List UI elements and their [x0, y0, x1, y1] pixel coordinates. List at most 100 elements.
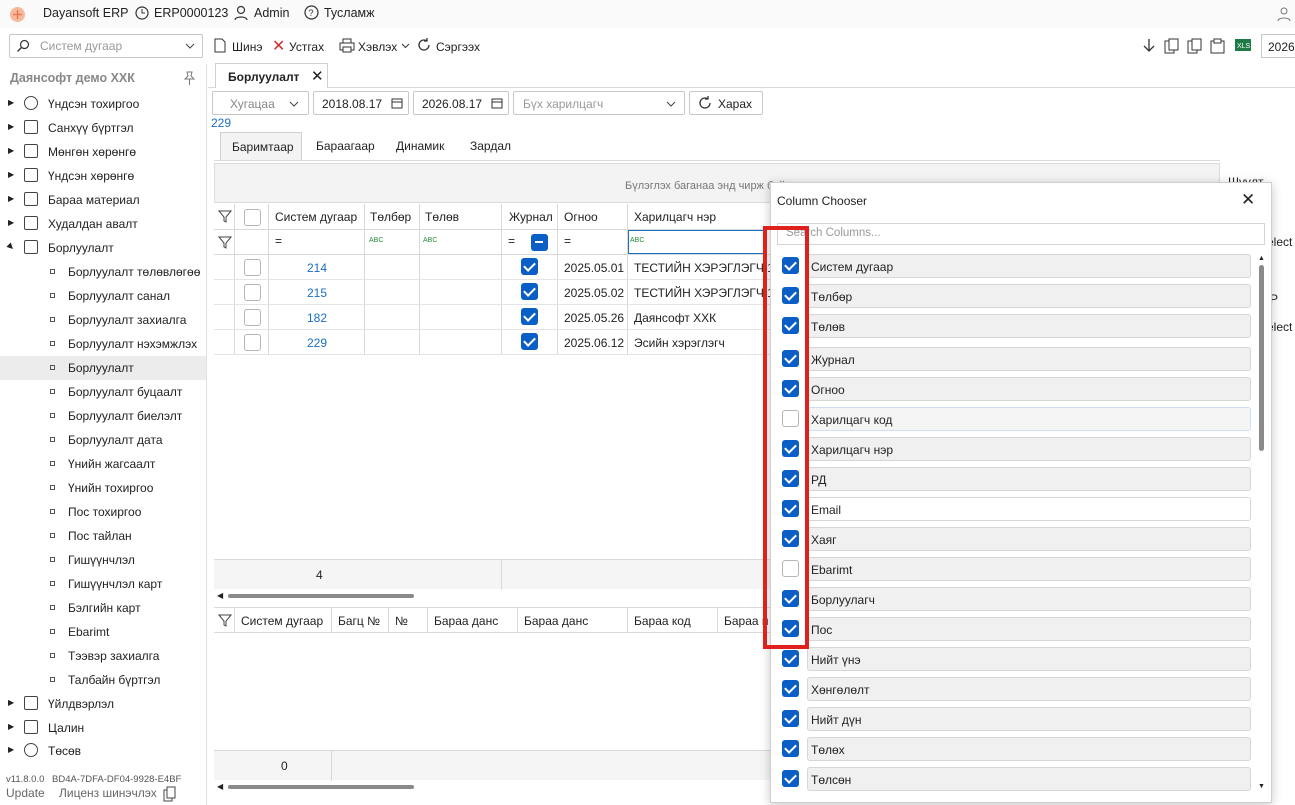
column-chooser-label-box[interactable]: Пос: [807, 617, 1251, 641]
sidebar-sub-membership-card[interactable]: Гишүүнчлэл карт: [0, 572, 206, 596]
sidebar-sub-sales-return[interactable]: Борлуулалт буцаалт: [0, 380, 206, 404]
horizontal-scrollbar[interactable]: ◀: [214, 591, 770, 601]
column-chooser-label-box[interactable]: Email: [807, 497, 1251, 521]
detail-column-item-account-2[interactable]: Бараа данс: [524, 614, 588, 628]
copy-icon[interactable]: [1164, 38, 1179, 54]
column-chooser-item[interactable]: Журнал: [771, 346, 1261, 372]
subtab-by-item[interactable]: Бараагаар: [316, 139, 375, 153]
column-chooser-item[interactable]: Нийт дүн: [771, 706, 1261, 732]
sidebar-sub-sales-offer[interactable]: Борлуулалт санал: [0, 284, 206, 308]
calendar-icon[interactable]: [491, 97, 503, 109]
column-chooser-label-box[interactable]: РД: [807, 467, 1251, 491]
row-checkbox[interactable]: [244, 284, 261, 301]
system-number-link[interactable]: 182: [307, 311, 327, 325]
sidebar-sub-price-settings[interactable]: Үнийн тохиргоо: [0, 476, 206, 500]
sidebar-item-production[interactable]: ▶ Үйлдвэрлэл: [0, 692, 206, 716]
column-header-customer-name[interactable]: Харилцагч нэр: [634, 210, 716, 224]
column-chooser-item[interactable]: Ebarimt: [771, 556, 1261, 582]
subtab-dynamic[interactable]: Динамик: [396, 139, 444, 153]
paste-icon[interactable]: [1187, 38, 1202, 54]
table-row[interactable]: 215 2025.05.02 ТЕСТИЙН ХЭРЭГЛЭГЧ 1: [214, 280, 770, 305]
detail-horizontal-scrollbar[interactable]: ◀: [214, 782, 770, 792]
column-chooser-label-box[interactable]: Хаяг: [807, 527, 1251, 551]
column-chooser-label-box[interactable]: Хөнгөлөлт: [807, 677, 1251, 701]
settings-user-icon[interactable]: [1277, 6, 1291, 22]
detail-column-item-account[interactable]: Бараа данс: [434, 614, 498, 628]
license-link[interactable]: Лиценз шинэчлэх: [59, 786, 157, 800]
column-header-journal[interactable]: Журнал: [509, 210, 553, 224]
sidebar-sub-price-list[interactable]: Үнийн жагсаалт: [0, 452, 206, 476]
sidebar-sub-pos-settings[interactable]: Пос тохиргоо: [0, 500, 206, 524]
journal-checkbox[interactable]: [521, 333, 538, 350]
user-name[interactable]: Admin: [254, 6, 289, 20]
scroll-left-icon[interactable]: ◀: [217, 782, 223, 791]
sidebar-item-cash[interactable]: ▶ Мөнгөн хөрөнгө: [0, 140, 206, 164]
column-chooser-item[interactable]: Төлбөр: [771, 283, 1261, 309]
column-search-input[interactable]: Search Columns...: [777, 223, 1265, 245]
column-chooser-item[interactable]: Төлөх: [771, 736, 1261, 762]
column-visible-checkbox[interactable]: [782, 680, 799, 697]
scroll-thumb[interactable]: [228, 785, 414, 789]
system-number-link[interactable]: 215: [307, 286, 327, 300]
filter-equals-icon[interactable]: =: [508, 234, 515, 248]
column-chooser-item[interactable]: Пос: [771, 616, 1261, 642]
detail-column-number[interactable]: №: [395, 614, 408, 628]
detail-column-item-code[interactable]: Бараа код: [634, 614, 691, 628]
column-chooser-label-box[interactable]: Төлөв: [807, 314, 1251, 338]
filter-text-icon[interactable]: ABC: [423, 237, 437, 244]
column-chooser-item[interactable]: Нийт үнэ: [771, 646, 1261, 672]
column-chooser-item[interactable]: РД: [771, 466, 1261, 492]
year-selector[interactable]: 2026: [1261, 34, 1295, 58]
scroll-up-icon[interactable]: ▲: [1258, 255, 1265, 262]
column-chooser-item[interactable]: Харилцагч нэр: [771, 436, 1261, 462]
column-chooser-item[interactable]: Огноо: [771, 376, 1261, 402]
column-chooser-label-box[interactable]: Систем дугаар: [807, 254, 1251, 278]
column-chooser-label-box[interactable]: Харилцагч код: [807, 407, 1251, 431]
table-row[interactable]: 182 2025.05.26 Даянсофт ХХК: [214, 305, 770, 330]
close-dialog-icon[interactable]: ✕: [1241, 190, 1255, 210]
column-chooser-item[interactable]: Харилцагч код: [771, 406, 1261, 432]
sidebar-sub-gift-card[interactable]: Бэлгийн карт: [0, 596, 206, 620]
calendar-icon[interactable]: [391, 97, 403, 109]
sidebar-item-salary[interactable]: ▶ Цалин: [0, 716, 206, 740]
filter-equals-icon[interactable]: =: [275, 234, 282, 248]
column-header-date[interactable]: Огноо: [564, 210, 598, 224]
detail-column-batch[interactable]: Багц №: [338, 614, 380, 628]
column-visible-checkbox[interactable]: [782, 770, 799, 787]
scroll-down-icon[interactable]: ▼: [1258, 783, 1265, 790]
period-select[interactable]: Хугацаа: [212, 91, 309, 115]
select-all-checkbox[interactable]: [244, 209, 261, 226]
system-number-link[interactable]: 229: [307, 336, 327, 350]
subtab-expense[interactable]: Зардал: [470, 139, 511, 153]
tab-sales[interactable]: Борлуулалт ✕: [215, 63, 328, 88]
column-chooser-label-box[interactable]: Нийт дүн: [807, 707, 1251, 731]
vertical-scrollbar[interactable]: ▲ ▼: [1258, 255, 1266, 795]
column-chooser-item[interactable]: Систем дугаар: [771, 253, 1261, 279]
company-code[interactable]: ERP0000123: [154, 6, 228, 20]
filter-text-icon[interactable]: ABC: [369, 237, 383, 244]
filter-icon[interactable]: [218, 614, 232, 627]
filter-equals-icon[interactable]: =: [564, 234, 571, 248]
sidebar-sub-sales-order[interactable]: Борлуулалт захиалга: [0, 308, 206, 332]
journal-checkbox[interactable]: [521, 283, 538, 300]
sidebar-item-settings[interactable]: ▶ Үндсэн тохиргоо: [0, 92, 206, 116]
sidebar-item-inventory[interactable]: ▶ Бараа материал: [0, 188, 206, 212]
table-row[interactable]: 214 2025.05.01 ТЕСТИЙН ХЭРЭГЛЭГЧ 1: [214, 255, 770, 280]
close-tab-icon[interactable]: ✕: [311, 67, 324, 85]
column-chooser-label-box[interactable]: Ebarimt: [807, 557, 1251, 581]
download-icon[interactable]: [1142, 38, 1156, 54]
column-chooser-label-box[interactable]: Огноо: [807, 377, 1251, 401]
scroll-left-icon[interactable]: ◀: [217, 591, 223, 600]
filter-icon[interactable]: [218, 210, 232, 223]
column-chooser-item[interactable]: Төлсөн: [771, 766, 1261, 792]
customer-select[interactable]: Бүх харилцагч: [513, 91, 685, 115]
date-to-field[interactable]: 2026.08.17: [413, 91, 509, 115]
sidebar-sub-ebarimt[interactable]: Ebarimt: [0, 620, 206, 644]
help-link[interactable]: Тусламж: [324, 6, 375, 20]
column-visible-checkbox[interactable]: [782, 710, 799, 727]
system-number-search[interactable]: Систем дугаар: [9, 34, 203, 58]
column-chooser-label-box[interactable]: Журнал: [807, 347, 1251, 371]
column-visible-checkbox[interactable]: [782, 650, 799, 667]
excel-icon[interactable]: XLS: [1234, 38, 1252, 52]
scroll-thumb[interactable]: [1259, 265, 1264, 451]
